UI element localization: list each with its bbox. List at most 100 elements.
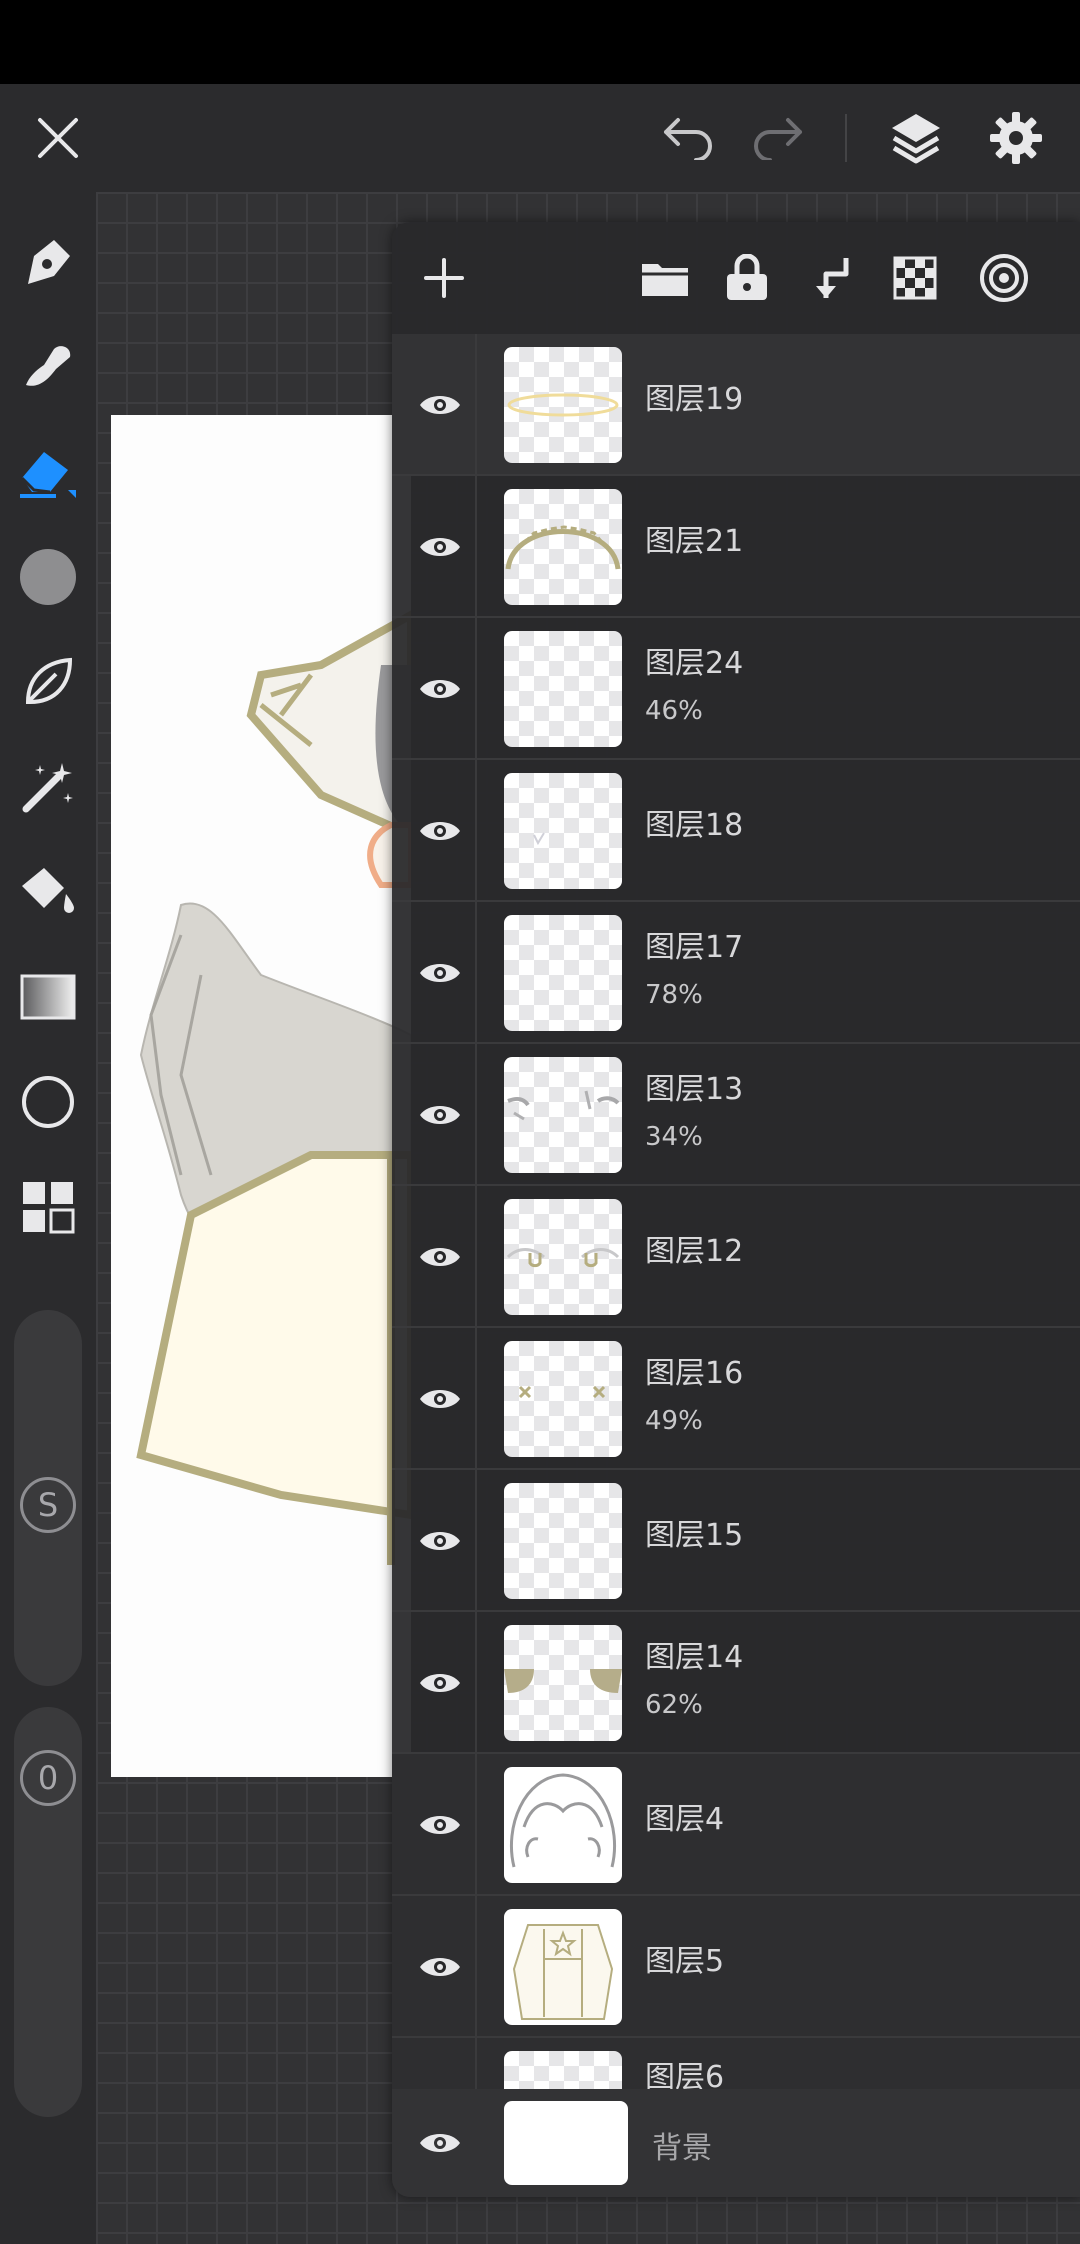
layer-row[interactable]: 图层17 78% [392,902,1080,1044]
smudge-tool-button[interactable] [0,322,96,412]
eye-icon [420,2134,460,2152]
layer-row[interactable]: 图层4 [392,1754,1080,1896]
settings-button[interactable] [976,84,1056,192]
row-divider [475,1470,477,1612]
row-divider [475,1612,477,1754]
folder-icon [642,264,688,296]
row-divider [475,760,477,902]
visibility-toggle[interactable] [410,801,470,861]
color-swatch-icon [20,549,76,605]
layers-button[interactable] [876,84,956,192]
row-divider [475,1754,477,1896]
opacity-slider[interactable]: 0 [14,1707,82,2117]
artwork [136,610,411,1565]
eye-icon [420,1248,460,1266]
layer-opacity: 46% [645,696,703,726]
close-icon [38,118,78,158]
eye-icon [420,396,460,414]
status-bar [0,0,1080,84]
layer-thumbnail [504,1625,622,1741]
layer-name: 图层4 [645,1802,725,1837]
eye-icon [420,1106,460,1124]
eye-icon [420,822,460,840]
layer-row[interactable]: 图层21 [392,476,1080,618]
color-picker-button[interactable] [0,532,96,622]
undo-icon [664,118,712,160]
visibility-toggle[interactable] [410,1227,470,1287]
visibility-toggle[interactable] [410,1795,470,1855]
eraser-tool-button[interactable] [0,427,96,517]
close-button[interactable] [22,84,94,192]
merge-down-button[interactable] [802,222,862,334]
eye-icon [420,680,460,698]
layer-thumbnail [504,1341,622,1457]
visibility-toggle[interactable] [410,375,470,435]
toolbar-divider [845,114,847,162]
redo-button[interactable] [740,84,816,192]
visibility-toggle[interactable] [410,1085,470,1145]
row-divider [475,902,477,1044]
layer-row[interactable]: 图层16 49% [392,1328,1080,1470]
visibility-toggle[interactable] [410,2113,470,2173]
add-layer-button[interactable] [408,222,480,334]
eraser-icon [20,452,76,498]
layer-name: 图层5 [645,1944,725,1979]
visibility-toggle[interactable] [410,1369,470,1429]
layer-opacity: 78% [645,980,703,1010]
layer-row[interactable]: 图层5 [392,1896,1080,2038]
layer-thumbnail [504,773,622,889]
target-icon [980,254,1028,302]
eye-icon [420,538,460,556]
magic-wand-icon [22,763,73,813]
left-toolbar: S 0 [0,192,96,2244]
visibility-toggle[interactable] [410,1937,470,1997]
layer-thumbnail [504,1909,622,2025]
brush-size-slider[interactable]: S [14,1310,82,1686]
eye-icon [420,1958,460,1976]
layer-name: 图层18 [645,808,744,843]
layer-row[interactable]: 图层18 [392,760,1080,902]
visibility-toggle[interactable] [410,659,470,719]
drawing-canvas[interactable] [111,415,411,1777]
eye-icon [420,1390,460,1408]
visibility-toggle[interactable] [410,943,470,1003]
layers-panel: 图层19 图层21 图层24 46% 图层18 图层17 78% 图层13 34… [392,222,1080,2197]
layer-row[interactable]: 图层14 62% [392,1612,1080,1754]
lock-icon [727,254,767,300]
layer-thumbnail [504,1767,622,1883]
layer-row[interactable]: 图层12 [392,1186,1080,1328]
visibility-toggle[interactable] [410,1653,470,1713]
reference-button[interactable] [968,222,1040,334]
shape-tool-button[interactable] [0,1057,96,1147]
layer-row[interactable]: 图层19 [392,334,1080,476]
layer-list[interactable]: 图层19 图层21 图层24 46% 图层18 图层17 78% 图层13 34… [392,334,1080,2197]
magic-tool-button[interactable] [0,742,96,832]
lock-button[interactable] [714,222,780,334]
grid-tools-icon [23,1182,75,1234]
pen-icon [28,240,70,284]
layer-name: 图层15 [645,1518,744,1553]
brush-tool-button[interactable] [0,637,96,727]
more-tools-button[interactable] [0,1162,96,1252]
redo-icon [754,118,802,160]
layer-row[interactable]: 图层24 46% [392,618,1080,760]
gradient-tool-button[interactable] [0,952,96,1042]
transparency-button[interactable] [882,222,948,334]
layers-panel-header [392,222,1080,334]
row-divider [475,334,477,476]
row-divider [475,618,477,760]
layer-thumbnail [504,489,622,605]
layer-thumbnail [504,1199,622,1315]
layer-row[interactable]: 图层15 [392,1470,1080,1612]
folder-button[interactable] [630,222,700,334]
row-divider [475,1186,477,1328]
background-layer-row[interactable]: 背景 [392,2089,1080,2197]
visibility-toggle[interactable] [410,517,470,577]
leaf-brush-icon [25,657,73,704]
layer-row[interactable]: 图层13 34% [392,1044,1080,1186]
undo-button[interactable] [650,84,726,192]
visibility-toggle[interactable] [410,1511,470,1571]
gear-icon [990,112,1042,164]
fill-tool-button[interactable] [0,847,96,937]
pen-tool-button[interactable] [0,217,96,307]
